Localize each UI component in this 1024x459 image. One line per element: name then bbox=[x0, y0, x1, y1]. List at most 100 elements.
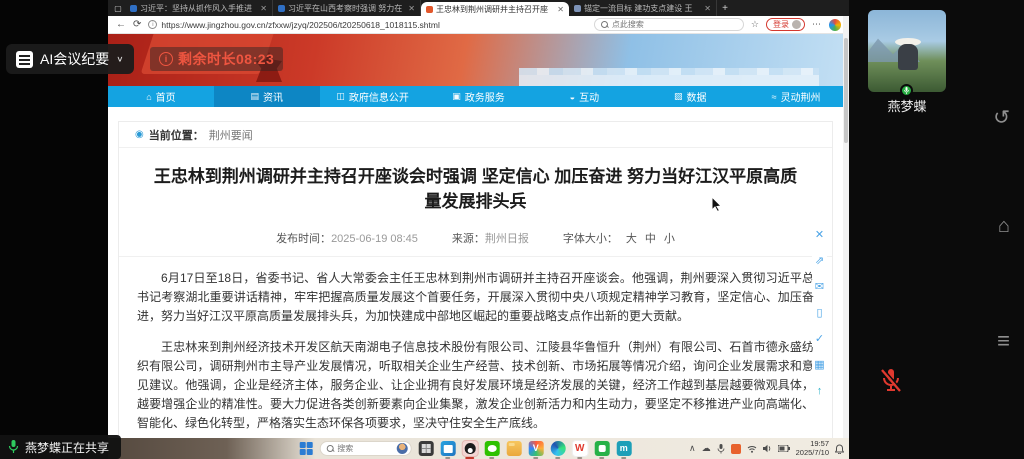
breadcrumb-label: 当前位置： bbox=[148, 129, 204, 142]
remaining-time-text: 剩余时长08:23 bbox=[178, 51, 275, 67]
nav-item-interact[interactable]: ◒ 互动 bbox=[531, 86, 637, 107]
screen-share-indicator-icon[interactable] bbox=[730, 443, 741, 454]
taskbar-app-store-icon[interactable] bbox=[440, 441, 456, 456]
document-note-icon bbox=[16, 50, 33, 68]
back-button[interactable]: ← bbox=[116, 19, 126, 30]
taskbar-app-wechat-icon[interactable] bbox=[484, 441, 500, 456]
meeting-screen-share-view: ▢ 习近平：坚持从抓作风入手推进 ✕ 习近平在山西考察时强调 努力在 ✕ 王忠林… bbox=[0, 0, 1024, 459]
url-text: https://www.jingzhou.gov.cn/zfxxw/jzyq/2… bbox=[161, 19, 440, 30]
onedrive-cloud-icon[interactable]: ☁ bbox=[702, 444, 711, 453]
participant-avatar[interactable] bbox=[868, 10, 946, 92]
home-button[interactable]: ⌂ bbox=[998, 216, 1010, 236]
article-page: ◉ 当前位置： 荆州要闻 王忠林到荆州调研并主持召开座谈会时强调 坚定信心 加压… bbox=[108, 107, 843, 459]
info-icon: i bbox=[159, 52, 173, 66]
browser-search-box[interactable] bbox=[593, 18, 744, 31]
nav-label: 数据 bbox=[686, 93, 707, 104]
taskbar-app-video-icon[interactable] bbox=[528, 441, 544, 456]
task-view-button[interactable] bbox=[418, 441, 434, 456]
volume-icon[interactable] bbox=[762, 444, 772, 453]
shield-icon[interactable]: ✓ bbox=[812, 332, 827, 347]
mic-icon[interactable] bbox=[717, 443, 725, 454]
browser-tab-2[interactable]: 习近平在山西考察时强调 努力在 ✕ bbox=[273, 0, 421, 16]
favorites-icon[interactable]: ☆ bbox=[751, 19, 759, 30]
chat-icon: ◒ bbox=[569, 91, 576, 102]
tab-close-icon[interactable]: ✕ bbox=[704, 4, 711, 13]
refresh-button[interactable]: ⟳ bbox=[133, 19, 141, 30]
menu-button[interactable]: ≡ bbox=[997, 330, 1010, 352]
back-to-top-icon[interactable]: ↑ bbox=[812, 384, 827, 399]
login-avatar-icon bbox=[792, 20, 801, 29]
notification-bell-icon[interactable] bbox=[835, 443, 844, 454]
tab-title: 习近平：坚持从抓作风入手推进 bbox=[140, 3, 252, 13]
nav-item-smart-jingzhou[interactable]: ≈ 灵动荆州 bbox=[743, 86, 849, 107]
new-tab-button[interactable]: + bbox=[717, 0, 733, 16]
nav-label: 互动 bbox=[579, 93, 600, 104]
sharing-status-bar: 燕梦蝶正在共享 bbox=[0, 435, 122, 459]
breadcrumb-current[interactable]: 荆州要闻 bbox=[209, 127, 253, 143]
nav-label: 政务服务 bbox=[464, 93, 505, 104]
taskbar-search-input[interactable] bbox=[337, 444, 393, 453]
taskbar-app-wps-icon[interactable] bbox=[571, 440, 589, 457]
taskbar-app-teal-icon[interactable] bbox=[616, 441, 632, 456]
address-bar[interactable]: i https://www.jingzhou.gov.cn/zfxxw/jzyq… bbox=[148, 20, 587, 30]
share-icon[interactable]: ⇗ bbox=[812, 254, 827, 269]
nav-item-news[interactable]: ▤ 资讯 bbox=[213, 86, 320, 107]
taskbar-search-box[interactable] bbox=[319, 441, 412, 456]
home-icon: ⌂ bbox=[146, 91, 152, 102]
close-icon[interactable]: ✕ bbox=[812, 228, 827, 243]
browser-tab-4[interactable]: 锚定一流目标 建功支点建设 王 ✕ bbox=[569, 0, 717, 16]
login-button[interactable]: 登录 bbox=[766, 18, 805, 31]
source-value: 荆州日报 bbox=[484, 233, 529, 245]
tab-close-icon[interactable]: ✕ bbox=[260, 4, 267, 13]
publish-label: 发布时间： bbox=[276, 233, 332, 245]
source-label: 来源： bbox=[451, 233, 485, 245]
nav-label: 灵动荆州 bbox=[780, 93, 821, 104]
tray-chevron-icon[interactable]: ∧ bbox=[689, 444, 696, 453]
tab-title: 习近平在山西考察时强调 努力在 bbox=[288, 3, 403, 13]
nav-item-services[interactable]: ▣ 政务服务 bbox=[426, 86, 532, 107]
publish-time: 发布时间：2025-06-19 08:45 bbox=[276, 230, 418, 246]
comment-icon[interactable]: ✉ bbox=[812, 280, 827, 295]
search-icon bbox=[326, 445, 334, 452]
taskbar-app-qq-icon[interactable] bbox=[461, 440, 479, 457]
font-size-small-button[interactable]: 小 bbox=[664, 230, 675, 246]
tab-title: 王忠林到荆州调研并主持召开座 bbox=[436, 4, 548, 14]
page-float-toolbar: ✕ ⇗ ✉ ▯ ✓ ▦ ↑ bbox=[812, 228, 827, 399]
scrollbar-thumb[interactable] bbox=[844, 38, 848, 143]
font-size-large-button[interactable]: 大 bbox=[626, 230, 637, 246]
taskbar-app-green-icon[interactable] bbox=[594, 441, 610, 456]
mobile-icon[interactable]: ▯ bbox=[812, 306, 827, 321]
browser-tab-1[interactable]: 习近平：坚持从抓作风入手推进 ✕ bbox=[125, 0, 273, 16]
tab-favicon bbox=[574, 4, 581, 12]
browser-tab-3-active[interactable]: 王忠林到荆州调研并主持召开座 ✕ bbox=[421, 2, 569, 16]
site-info-icon[interactable]: i bbox=[148, 20, 158, 29]
remaining-time-banner: i 剩余时长08:23 bbox=[150, 47, 284, 71]
browser-search-input[interactable] bbox=[611, 20, 737, 29]
chevron-down-icon: ∨ bbox=[116, 54, 124, 64]
muted-mic-icon[interactable] bbox=[877, 366, 905, 394]
wifi-icon[interactable] bbox=[747, 445, 757, 453]
taskbar-clock[interactable]: 19:57 2025/7/10 bbox=[795, 439, 829, 457]
font-size-medium-button[interactable]: 中 bbox=[645, 230, 656, 246]
tab-list-button[interactable]: ▢ bbox=[111, 0, 125, 16]
more-menu-button[interactable]: ⋯ bbox=[812, 19, 822, 30]
qrcode-icon[interactable]: ▦ bbox=[812, 358, 827, 373]
article-paragraph: 王忠林来到荆州经济技术开发区航天南湖电子信息技术股份有限公司、江陵县华鲁恒升（荆… bbox=[137, 340, 814, 430]
taskbar-app-edge-icon[interactable] bbox=[550, 441, 566, 456]
search-icon bbox=[600, 21, 608, 28]
font-size-control: 字体大小： 大 中 小 bbox=[563, 230, 675, 246]
tab-close-icon[interactable]: ✕ bbox=[557, 5, 564, 14]
browser-logo-icon[interactable] bbox=[829, 18, 841, 31]
battery-icon[interactable] bbox=[777, 445, 790, 452]
tab-favicon bbox=[426, 5, 433, 13]
ai-minutes-button[interactable]: AI会议纪要 ∨ bbox=[6, 44, 134, 74]
tab-close-icon[interactable]: ✕ bbox=[408, 4, 415, 13]
undo-arrow-button[interactable]: ↺ bbox=[993, 108, 1010, 128]
nav-item-disclosure[interactable]: ◫ 政府信息公开 bbox=[320, 86, 426, 107]
clock-date: 2025/7/10 bbox=[795, 447, 829, 457]
nav-item-home[interactable]: ⌂ 首页 bbox=[108, 86, 214, 107]
nav-item-data[interactable]: ▨ 数据 bbox=[637, 86, 743, 107]
taskbar-app-file-explorer-icon[interactable] bbox=[506, 441, 522, 456]
mouse-cursor bbox=[711, 196, 723, 212]
start-button[interactable] bbox=[299, 442, 313, 455]
